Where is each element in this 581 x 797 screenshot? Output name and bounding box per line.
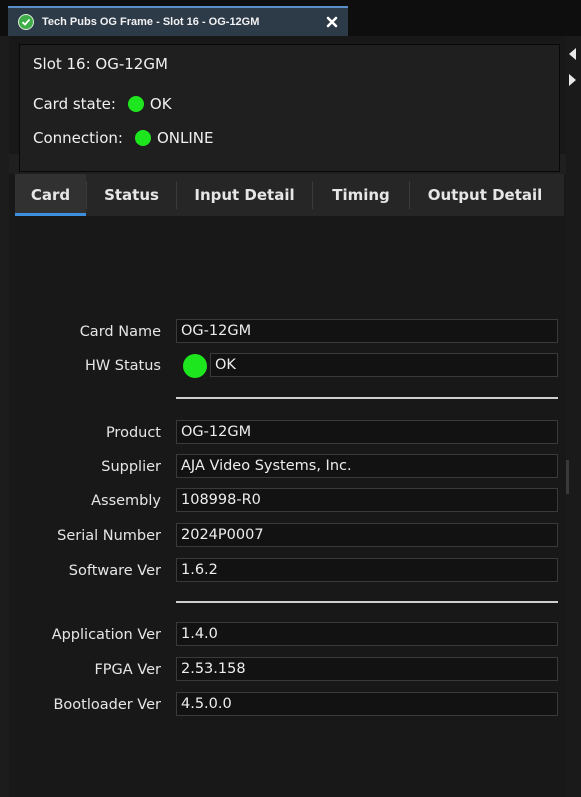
card-state-line: Card state: OK [33,95,172,113]
serial-number-label: Serial Number [57,528,161,544]
summary-box: Slot 16: OG-12GM Card state: OK Connecti… [19,44,560,172]
application-ver-field[interactable]: 1.4.0 [176,622,558,646]
tab-output-detail[interactable]: Output Detail [410,174,560,216]
tab-timing[interactable]: Timing [313,174,409,216]
assembly-row: Assembly 108998-R0 [9,488,566,514]
product-row: Product OG-12GM [9,420,566,446]
serial-number-field[interactable]: 2024P0007 [176,523,558,547]
card-state-status-icon [127,96,144,112]
supplier-row: Supplier AJA Video Systems, Inc. [9,454,566,480]
card-state-value: OK [149,95,172,113]
scroll-right-icon[interactable] [569,74,576,86]
hw-status-label: HW Status [84,358,161,374]
supplier-label: Supplier [101,459,161,475]
assembly-field[interactable]: 108998-R0 [176,488,558,512]
bootloader-ver-label: Bootloader Ver [53,697,161,713]
application-ver-row: Application Ver 1.4.0 [9,622,566,648]
section-divider [176,397,558,399]
fpga-ver-field[interactable]: 2.53.158 [176,657,558,681]
connection-status-icon [134,130,151,146]
application-ver-label: Application Ver [51,627,161,643]
card-name-field[interactable]: OG-12GM [176,319,558,343]
bootloader-ver-row: Bootloader Ver 4.5.0.0 [9,692,566,718]
bootloader-ver-field[interactable]: 4.5.0.0 [176,692,558,716]
hw-status-row: HW Status OK [9,353,566,379]
assembly-label: Assembly [91,493,161,509]
product-label: Product [105,425,161,441]
fpga-ver-row: FPGA Ver 2.53.158 [9,657,566,683]
card-panel: Slot 16: OG-12GM Card state: OK Connecti… [9,36,566,797]
card-name-label: Card Name [79,324,161,340]
card-name-row: Card Name OG-12GM [9,319,566,345]
slot-line: Slot 16: OG-12GM [33,55,168,73]
software-ver-row: Software Ver 1.6.2 [9,558,566,584]
supplier-field[interactable]: AJA Video Systems, Inc. [176,454,558,478]
check-icon [18,14,34,30]
card-state-label: Card state: [33,95,116,113]
hw-status-led-icon [183,354,207,378]
software-ver-label: Software Ver [68,563,161,579]
tab-input-detail[interactable]: Input Detail [177,174,312,216]
section-divider [176,601,558,603]
scrollbar-thumb[interactable] [566,460,569,494]
fpga-ver-label: FPGA Ver [94,662,161,678]
tab-status[interactable]: Status [87,174,176,216]
document-tab-title: Tech Pubs OG Frame - Slot 16 - OG-12GM [42,16,260,28]
tab-card[interactable]: Card [15,174,86,216]
connection-label: Connection: [33,129,123,147]
connection-value: ONLINE [156,129,214,147]
document-tab-strip: Tech Pubs OG Frame - Slot 16 - OG-12GM [0,0,581,36]
product-field[interactable]: OG-12GM [176,420,558,444]
software-ver-field[interactable]: 1.6.2 [176,558,558,582]
connection-line: Connection: ONLINE [33,129,213,147]
card-tab-bar: Card Status Input Detail Timing Output D… [15,174,564,216]
scroll-left-icon[interactable] [569,48,576,60]
close-icon[interactable] [324,14,340,30]
document-tab[interactable]: Tech Pubs OG Frame - Slot 16 - OG-12GM [8,6,348,36]
hw-status-field: OK [210,353,558,377]
slot-label: Slot 16: OG-12GM [33,55,168,73]
side-scroll-arrows [566,36,581,797]
serial-number-row: Serial Number 2024P0007 [9,523,566,549]
